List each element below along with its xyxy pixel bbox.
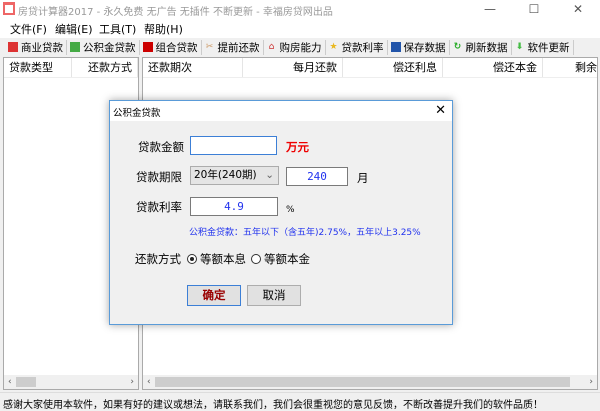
label: 贷款利率 (341, 41, 384, 54)
menu-bar: 文件(F) 编辑(E) 工具(T) 帮助(H) (0, 18, 600, 38)
chevron-down-icon: ⌄ (265, 169, 274, 181)
table-header: 还款期次 每月还款 偿还利息 偿还本金 剩余 (143, 58, 597, 78)
toolbar-combo-loan[interactable]: 组合贷款 (140, 39, 202, 55)
option-label: 等额本金 (264, 252, 310, 266)
column-header[interactable]: 剩余 (543, 58, 597, 77)
rate-input[interactable]: 4.9 (190, 197, 278, 216)
download-icon: ⬇ (515, 42, 524, 52)
app-icon (3, 2, 15, 15)
dialog-close-button[interactable]: ✕ (435, 103, 446, 118)
method-option-equal-installment[interactable]: 等额本息 (187, 251, 246, 267)
amount-input[interactable] (190, 136, 277, 155)
menu-edit[interactable]: 编辑(E) (55, 21, 93, 37)
toolbar-rates[interactable]: ★ 贷款利率 (326, 39, 388, 55)
label: 软件更新 (527, 41, 570, 54)
menu-tools[interactable]: 工具(T) (99, 21, 136, 37)
method-option-equal-principal[interactable]: 等额本金 (251, 251, 310, 267)
amount-label: 贷款金额 (138, 140, 184, 154)
term-label: 贷款期限 (136, 170, 182, 184)
combo-icon (142, 42, 153, 52)
label: 刷新数据 (465, 41, 508, 54)
save-icon (390, 42, 401, 52)
rate-hint: 公积金贷款：五年以下（含五年)2.75%，五年以上3.25% (189, 228, 421, 238)
label: 保存数据 (403, 41, 446, 54)
amount-unit: 万元 (286, 140, 309, 154)
label: 提前还款 (217, 41, 260, 54)
rate-unit: % (286, 205, 295, 215)
list-header: 贷款类型 还款方式 (4, 58, 138, 78)
term-unit: 月 (357, 171, 369, 185)
status-bar: 感谢大家使用本软件，如果有好的建议或想法，请联系我们，我们会很重视您的意见反馈，… (0, 392, 600, 411)
toolbar: 商业贷款 公积金贷款 组合贷款 ✂ 提前还款 ⌂ 购房能力 ★ 贷款利率 保存数据 ↻… (0, 38, 600, 56)
column-header[interactable]: 偿还本金 (443, 58, 543, 77)
toolbar-save[interactable]: 保存数据 (388, 39, 450, 55)
dialog-title: 公积金贷款 (113, 108, 161, 119)
close-button[interactable]: ✕ (556, 0, 600, 18)
label: 组合贷款 (155, 41, 198, 54)
menu-help[interactable]: 帮助(H) (144, 21, 183, 37)
term-select[interactable]: 20年(240期) ⌄ (190, 166, 279, 185)
label: 公积金贷款 (83, 41, 136, 54)
maximize-button[interactable]: ☐ (512, 0, 556, 18)
label: 商业贷款 (21, 41, 63, 54)
menu-file[interactable]: 文件(F) (10, 21, 47, 37)
method-label: 还款方式 (135, 252, 181, 266)
fund-loan-dialog: 公积金贷款 ✕ 贷款金额 万元 贷款期限 20年(240期) ⌄ 240 月 贷款… (109, 100, 453, 325)
house-icon: ⌂ (268, 42, 275, 52)
radio-checked[interactable] (187, 254, 197, 264)
horizontal-scrollbar[interactable]: ‹ › (4, 375, 138, 389)
term-months-input[interactable]: 240 (286, 167, 348, 186)
toolbar-commercial-loan[interactable]: 商业贷款 (5, 39, 67, 55)
bank-icon (8, 42, 18, 52)
cancel-button[interactable]: 取消 (247, 285, 301, 306)
column-header[interactable]: 偿还利息 (343, 58, 443, 77)
radio-unchecked[interactable] (251, 254, 261, 264)
minimize-button[interactable]: — (468, 0, 512, 18)
column-header[interactable]: 还款方式 (72, 58, 138, 77)
dialog-title-bar: 公积金贷款 ✕ (110, 101, 452, 121)
scissors-icon: ✂ (205, 42, 214, 52)
label: 购房能力 (279, 41, 322, 54)
ok-button[interactable]: 确定 (187, 285, 241, 306)
title-bar: 房贷计算器2017 - 永久免费 无广告 无插件 不断更新 - 幸福房贷网出品 … (0, 0, 600, 18)
option-label: 等额本息 (200, 252, 246, 266)
column-header[interactable]: 贷款类型 (4, 58, 72, 77)
term-selected: 20年(240期) (194, 169, 257, 181)
horizontal-scrollbar[interactable]: ‹ › (143, 375, 597, 389)
star-icon: ★ (329, 42, 338, 52)
fund-icon (70, 42, 80, 52)
toolbar-prepay[interactable]: ✂ 提前还款 (202, 39, 264, 55)
refresh-icon: ↻ (453, 42, 462, 52)
rate-label: 贷款利率 (136, 200, 182, 214)
window-title: 房贷计算器2017 - 永久免费 无广告 无插件 不断更新 - 幸福房贷网出品 (18, 7, 333, 18)
column-header[interactable]: 每月还款 (243, 58, 343, 77)
toolbar-update[interactable]: ⬇ 软件更新 (512, 39, 574, 55)
toolbar-refresh[interactable]: ↻ 刷新数据 (450, 39, 512, 55)
column-header[interactable]: 还款期次 (143, 58, 243, 77)
toolbar-fund-loan[interactable]: 公积金贷款 (67, 39, 140, 55)
toolbar-affordability[interactable]: ⌂ 购房能力 (264, 39, 326, 55)
